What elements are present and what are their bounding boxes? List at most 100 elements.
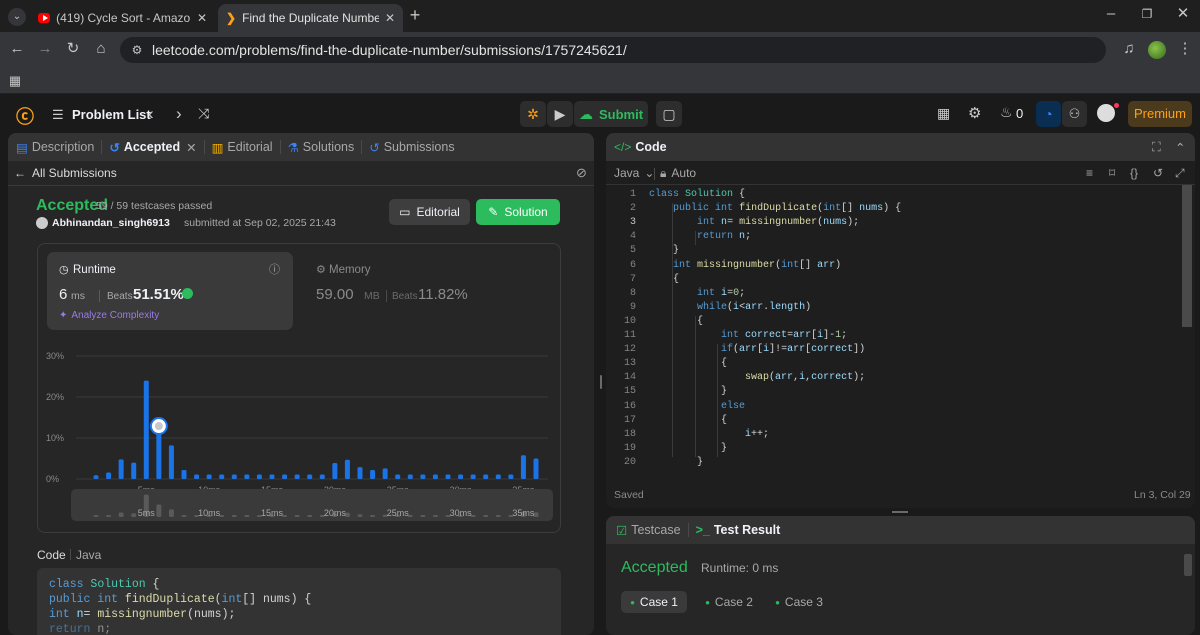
- code-line: class Solution {: [49, 578, 160, 591]
- maximize-icon[interactable]: ⛶: [1152, 140, 1161, 155]
- runtime-label: Runtime: [73, 264, 116, 276]
- case-3-tab[interactable]: ● Case 3: [766, 591, 832, 613]
- format-icon[interactable]: ≡: [1086, 166, 1093, 180]
- reload-icon[interactable]: ↻: [64, 41, 82, 57]
- code-line[interactable]: int i=0;: [649, 288, 745, 299]
- new-tab-icon[interactable]: +: [406, 6, 424, 24]
- code-line[interactable]: swap(arr,i,correct);: [649, 372, 865, 383]
- collapse-icon[interactable]: ⌃: [1175, 140, 1185, 155]
- link-icon[interactable]: ⊘: [576, 165, 587, 181]
- code-editor[interactable]: 1 class Solution {2 public int findDuplic…: [606, 189, 1181, 475]
- code-line[interactable]: else: [649, 401, 745, 412]
- layout-icon[interactable]: ▦: [937, 105, 950, 122]
- tab-search-icon[interactable]: ⌄: [8, 8, 26, 26]
- horizontal-resize-handle[interactable]: [892, 511, 908, 513]
- code-line[interactable]: i++;: [649, 429, 769, 440]
- shuffle-icon[interactable]: ⤨: [198, 105, 209, 122]
- browser-tab-leetcode[interactable]: ❯ Find the Duplicate Number - Le ✕: [218, 4, 403, 32]
- code-line[interactable]: int missingnumber(int[] arr): [649, 260, 841, 271]
- code-line[interactable]: return n;: [649, 231, 751, 242]
- runtime-box[interactable]: ◷ Runtime ⓘ 6 ms Beats 51.51% ✦ Analyze …: [47, 252, 293, 330]
- solution-button[interactable]: ✎ Solution: [476, 199, 560, 225]
- analyze-complexity-link[interactable]: ✦ Analyze Complexity: [59, 310, 159, 321]
- memory-box[interactable]: ⚙ Memory 59.00 MB Beats 11.82%: [306, 252, 552, 330]
- leetcode-logo-icon[interactable]: ⓒ: [16, 103, 34, 127]
- timer-button[interactable]: ◔: [1036, 101, 1061, 127]
- submit-button[interactable]: ☁ Submit: [574, 101, 648, 127]
- slider-mini-bar: [93, 515, 99, 517]
- minimize-icon[interactable]: –: [1102, 6, 1120, 22]
- code-icon: </>: [614, 140, 632, 154]
- braces-icon[interactable]: {}: [1130, 166, 1138, 180]
- reset-icon[interactable]: ↺: [1153, 166, 1163, 180]
- code-line[interactable]: {: [649, 415, 727, 426]
- info-icon[interactable]: ⓘ: [269, 261, 280, 277]
- tab-description[interactable]: ▤ Description: [8, 140, 101, 155]
- back-icon[interactable]: ←: [8, 41, 26, 57]
- code-line[interactable]: public int findDuplicate(int[] nums) {: [649, 203, 901, 214]
- user-avatar[interactable]: [1097, 104, 1115, 122]
- tab-submissions[interactable]: ↺ Submissions: [362, 140, 461, 155]
- close-tab-icon[interactable]: ✕: [197, 11, 207, 25]
- tab-accepted[interactable]: ↺ Accepted ✕: [102, 140, 203, 155]
- code-line[interactable]: }: [649, 457, 703, 468]
- menu-icon[interactable]: ⋮: [1176, 41, 1194, 57]
- code-line[interactable]: {: [649, 274, 679, 285]
- notes-button[interactable]: ▢: [656, 101, 682, 127]
- tab-solutions[interactable]: ⚗ Solutions: [281, 140, 362, 155]
- chart-bar: [269, 474, 275, 479]
- auto-mode-toggle[interactable]: 🔒︎ Auto: [660, 166, 696, 181]
- code-line[interactable]: int n= missingnumber(nums);: [649, 217, 859, 228]
- code-line[interactable]: if(arr[i]!=arr[correct]): [649, 344, 865, 355]
- chart-bar: [143, 380, 149, 479]
- next-problem-icon[interactable]: ›: [176, 104, 182, 124]
- home-icon[interactable]: ⌂: [92, 41, 110, 57]
- close-window-icon[interactable]: ✕: [1174, 6, 1192, 22]
- back-to-submissions[interactable]: ← All Submissions: [14, 166, 117, 180]
- test-panel-scrollbar[interactable]: [1184, 554, 1192, 576]
- vertical-resize-handle[interactable]: [600, 375, 602, 389]
- code-line[interactable]: int correct=arr[i]-1;: [649, 330, 847, 341]
- apps-grid-icon[interactable]: ▦: [6, 73, 24, 89]
- restore-icon[interactable]: ❐: [1138, 6, 1156, 22]
- editorial-button[interactable]: ▭ Editorial: [389, 199, 470, 225]
- code-line[interactable]: {: [649, 358, 727, 369]
- case-1-tab[interactable]: ● Case 1: [621, 591, 687, 613]
- tab-testcase[interactable]: ☑ Testcase: [606, 523, 688, 538]
- debug-button[interactable]: ✲: [520, 101, 546, 127]
- streak-fire-icon[interactable]: ♨: [1000, 104, 1013, 121]
- submitter-avatar[interactable]: [36, 217, 48, 229]
- runtime-distribution-chart[interactable]: 30%20%10%0%5ms10ms15ms20ms25ms30ms35ms5m…: [38, 344, 562, 524]
- close-tab-icon[interactable]: ✕: [385, 11, 395, 25]
- code-line[interactable]: }: [649, 443, 727, 454]
- site-info-icon[interactable]: ⚙: [128, 42, 146, 58]
- chart-bar: [520, 455, 526, 479]
- code-line[interactable]: class Solution {: [649, 189, 745, 200]
- address-bar[interactable]: ⚙ leetcode.com/problems/find-the-duplica…: [120, 37, 1106, 63]
- fullscreen-icon[interactable]: ⤢: [1175, 166, 1185, 181]
- code-line[interactable]: }: [649, 386, 727, 397]
- editor-scrollbar[interactable]: [1182, 185, 1192, 327]
- prev-problem-icon[interactable]: ‹: [148, 104, 154, 124]
- tab-test-result[interactable]: >_ Test Result: [689, 523, 788, 537]
- language-select[interactable]: Java ⌄: [614, 166, 654, 180]
- problem-list-icon[interactable]: ☰: [52, 107, 64, 123]
- bookmark-icon[interactable]: ⌑: [1109, 166, 1115, 180]
- browser-tab-youtube[interactable]: (419) Cycle Sort - Amazon, Goo ✕: [30, 4, 215, 32]
- settings-icon[interactable]: ⚙: [968, 104, 981, 122]
- tab-title: Find the Duplicate Number - Le: [242, 11, 379, 25]
- add-friend-icon[interactable]: ⚇: [1062, 101, 1087, 127]
- submitter-name[interactable]: Abhinandan_singh6913: [52, 217, 170, 229]
- auto-mode-label: Auto: [671, 166, 697, 180]
- code-line[interactable]: while(i<arr.length): [649, 302, 811, 313]
- premium-button[interactable]: Premium: [1128, 101, 1192, 127]
- forward-icon[interactable]: →: [36, 41, 54, 57]
- code-line[interactable]: }: [649, 245, 679, 256]
- problem-list-label[interactable]: Problem List: [72, 107, 151, 122]
- profile-avatar[interactable]: [1148, 41, 1166, 59]
- media-control-icon[interactable]: ♫: [1120, 41, 1138, 57]
- run-button[interactable]: ▶: [547, 101, 573, 127]
- case-2-tab[interactable]: ● Case 2: [696, 591, 762, 613]
- tab-editorial[interactable]: ▥ Editorial: [205, 140, 280, 155]
- close-tab-icon[interactable]: ✕: [186, 140, 196, 155]
